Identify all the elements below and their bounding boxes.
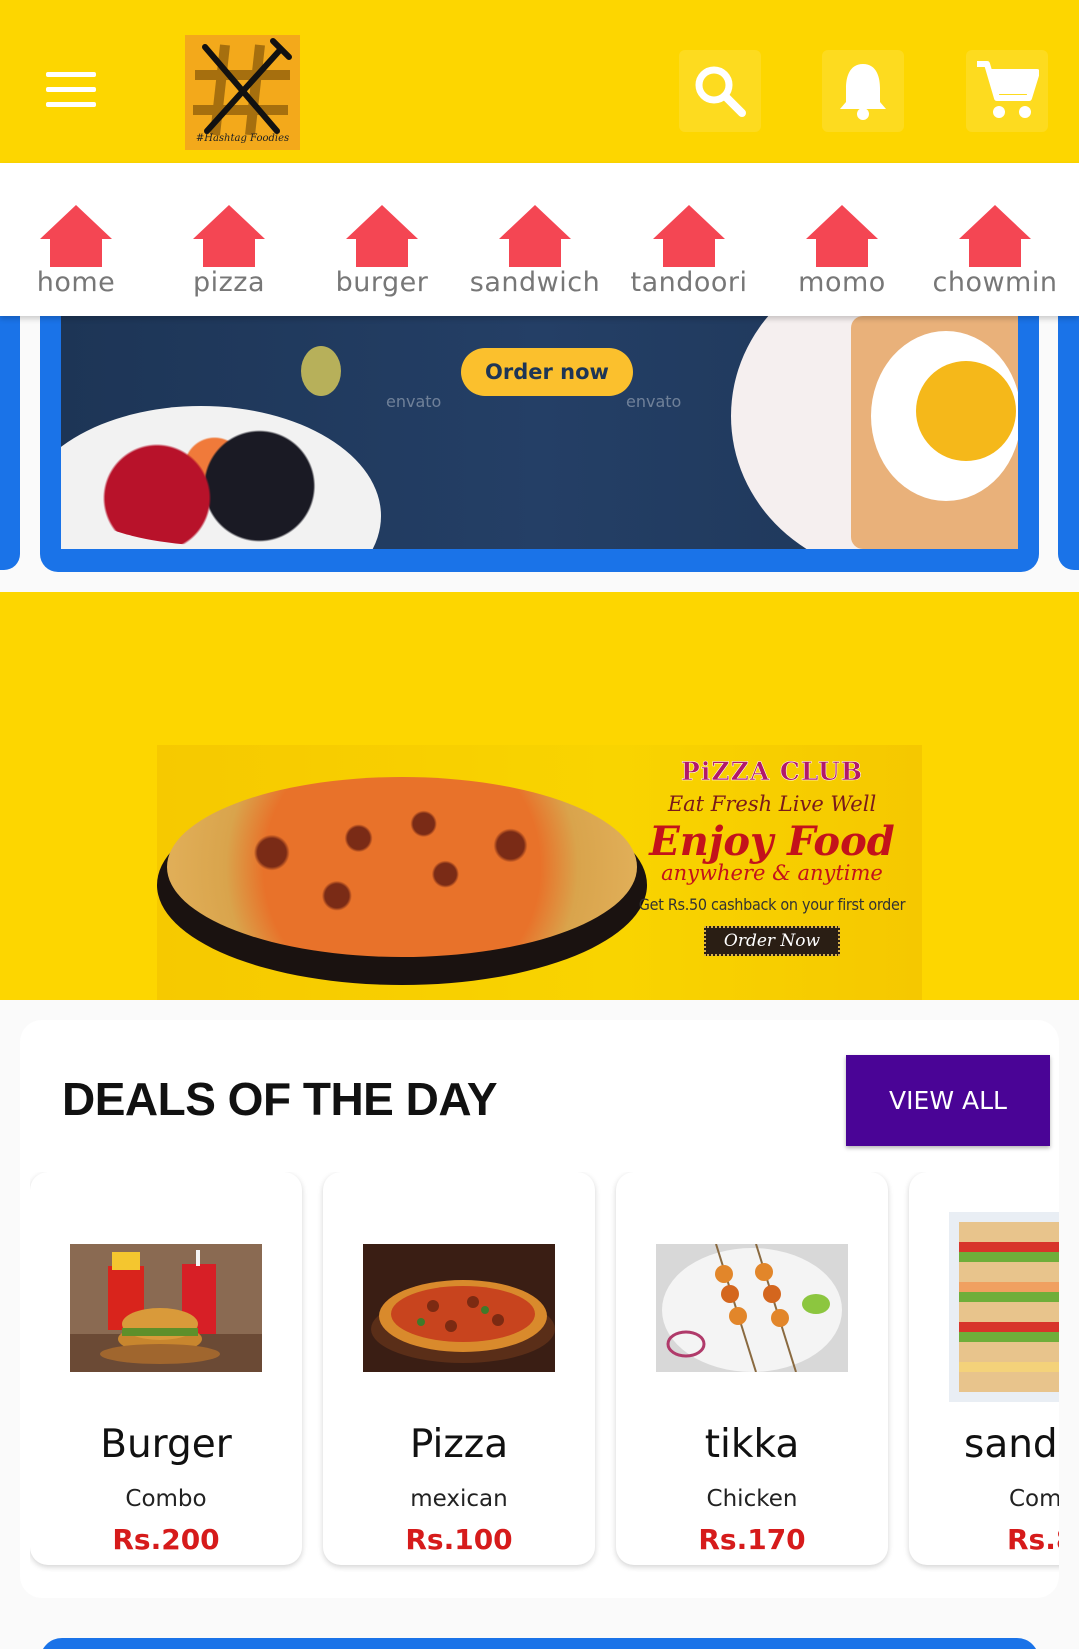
category-pizza[interactable]: pizza — [154, 203, 304, 298]
category-label: sandwich — [469, 267, 601, 298]
deal-subtitle: Coml — [1009, 1486, 1059, 1512]
category-tandoori[interactable]: tandoori — [614, 203, 764, 298]
promo-club: PiZZA CLUB — [681, 757, 863, 787]
banner-image: envato envato Order now — [61, 316, 1018, 549]
deal-card-tikka[interactable]: tikka Chicken Rs.170 — [616, 1172, 888, 1565]
home-icon — [499, 205, 571, 267]
promo-headline: Enjoy Food — [649, 818, 895, 865]
deal-subtitle: Chicken — [706, 1486, 798, 1512]
pizza-club-banner[interactable]: PiZZA CLUB Eat Fresh Live Well Enjoy Foo… — [157, 745, 922, 1000]
tikka-image — [656, 1244, 848, 1372]
deal-card-sandwich[interactable]: sandv Coml Rs.8 — [909, 1172, 1059, 1565]
search-button[interactable] — [679, 50, 761, 132]
deals-title: DEALS OF THE DAY — [62, 1073, 498, 1125]
egg-yolk-image — [916, 361, 1016, 461]
category-label: momo — [798, 267, 886, 298]
notifications-button[interactable] — [822, 50, 904, 132]
deal-subtitle: mexican — [410, 1486, 508, 1512]
deals-section: DEALS OF THE DAY VIEW ALL Burger Combo R… — [20, 1020, 1059, 1598]
pizza-image — [363, 1244, 555, 1372]
deal-name: sandv — [964, 1422, 1059, 1467]
deal-price: Rs.8 — [1007, 1523, 1059, 1556]
deal-price: Rs.170 — [698, 1523, 806, 1556]
promo-subline: anywhere & anytime — [661, 861, 883, 885]
home-icon — [346, 205, 418, 267]
sandwich-image — [949, 1212, 1059, 1402]
bell-icon — [840, 64, 886, 120]
berries-image — [61, 426, 381, 546]
category-burger[interactable]: burger — [307, 203, 457, 298]
deals-list[interactable]: Burger Combo Rs.200 Pizza mexican Rs.100 — [30, 1172, 1059, 1572]
logo-tagline: #Hashtag Foodies — [195, 133, 290, 144]
search-icon — [695, 66, 746, 117]
deal-name: Burger — [100, 1422, 232, 1467]
category-label: chowmin — [932, 267, 1058, 298]
avocado-image — [301, 346, 341, 396]
promo-text: PiZZA CLUB Eat Fresh Live Well Enjoy Foo… — [627, 757, 917, 956]
deal-name: tikka — [704, 1422, 800, 1467]
home-icon — [40, 205, 112, 267]
app-bar: #Hashtag Foodies — [0, 0, 1079, 163]
carousel-prev-slide[interactable] — [0, 316, 20, 570]
view-all-button[interactable]: VIEW ALL — [846, 1055, 1050, 1146]
category-bar: home pizza burger sandwich tandoori momo… — [0, 163, 1079, 316]
category-sandwich[interactable]: sandwich — [460, 203, 610, 298]
deal-card-burger[interactable]: Burger Combo Rs.200 — [30, 1172, 302, 1565]
home-icon — [193, 205, 265, 267]
deal-price: Rs.200 — [112, 1523, 220, 1556]
pizza-image — [167, 777, 637, 957]
deal-price: Rs.100 — [405, 1523, 513, 1556]
promo-offer: Get Rs.50 cashback on your first order — [638, 895, 906, 914]
app-logo[interactable]: #Hashtag Foodies — [185, 35, 300, 150]
burger-combo-image — [70, 1244, 262, 1372]
deal-card-pizza[interactable]: Pizza mexican Rs.100 — [323, 1172, 595, 1565]
menu-icon[interactable] — [46, 72, 96, 108]
deal-subtitle: Combo — [125, 1486, 207, 1512]
watermark: envato — [386, 392, 442, 411]
category-label: tandoori — [630, 267, 748, 298]
cart-button[interactable] — [966, 50, 1048, 132]
home-icon — [959, 205, 1031, 267]
carousel-next-slide[interactable] — [1058, 316, 1079, 570]
category-label: burger — [335, 267, 429, 298]
home-icon — [806, 205, 878, 267]
promo-tagline: Eat Fresh Live Well — [667, 792, 877, 816]
watermark: envato — [626, 392, 682, 411]
promo-order-button[interactable]: Order Now — [703, 926, 841, 956]
category-home[interactable]: home — [1, 203, 151, 298]
order-now-button[interactable]: Order now — [461, 348, 633, 396]
deal-name: Pizza — [409, 1422, 509, 1467]
category-momo[interactable]: momo — [767, 203, 917, 298]
category-label: pizza — [192, 267, 266, 298]
promo-section: PiZZA CLUB Eat Fresh Live Well Enjoy Foo… — [0, 592, 1079, 1000]
category-chowmin[interactable]: chowmin — [920, 203, 1070, 298]
carousel-slide[interactable]: envato envato Order now — [40, 316, 1039, 572]
cart-icon — [977, 61, 1039, 118]
home-icon — [653, 205, 725, 267]
next-section-edge — [40, 1638, 1039, 1649]
category-label: home — [36, 267, 116, 298]
